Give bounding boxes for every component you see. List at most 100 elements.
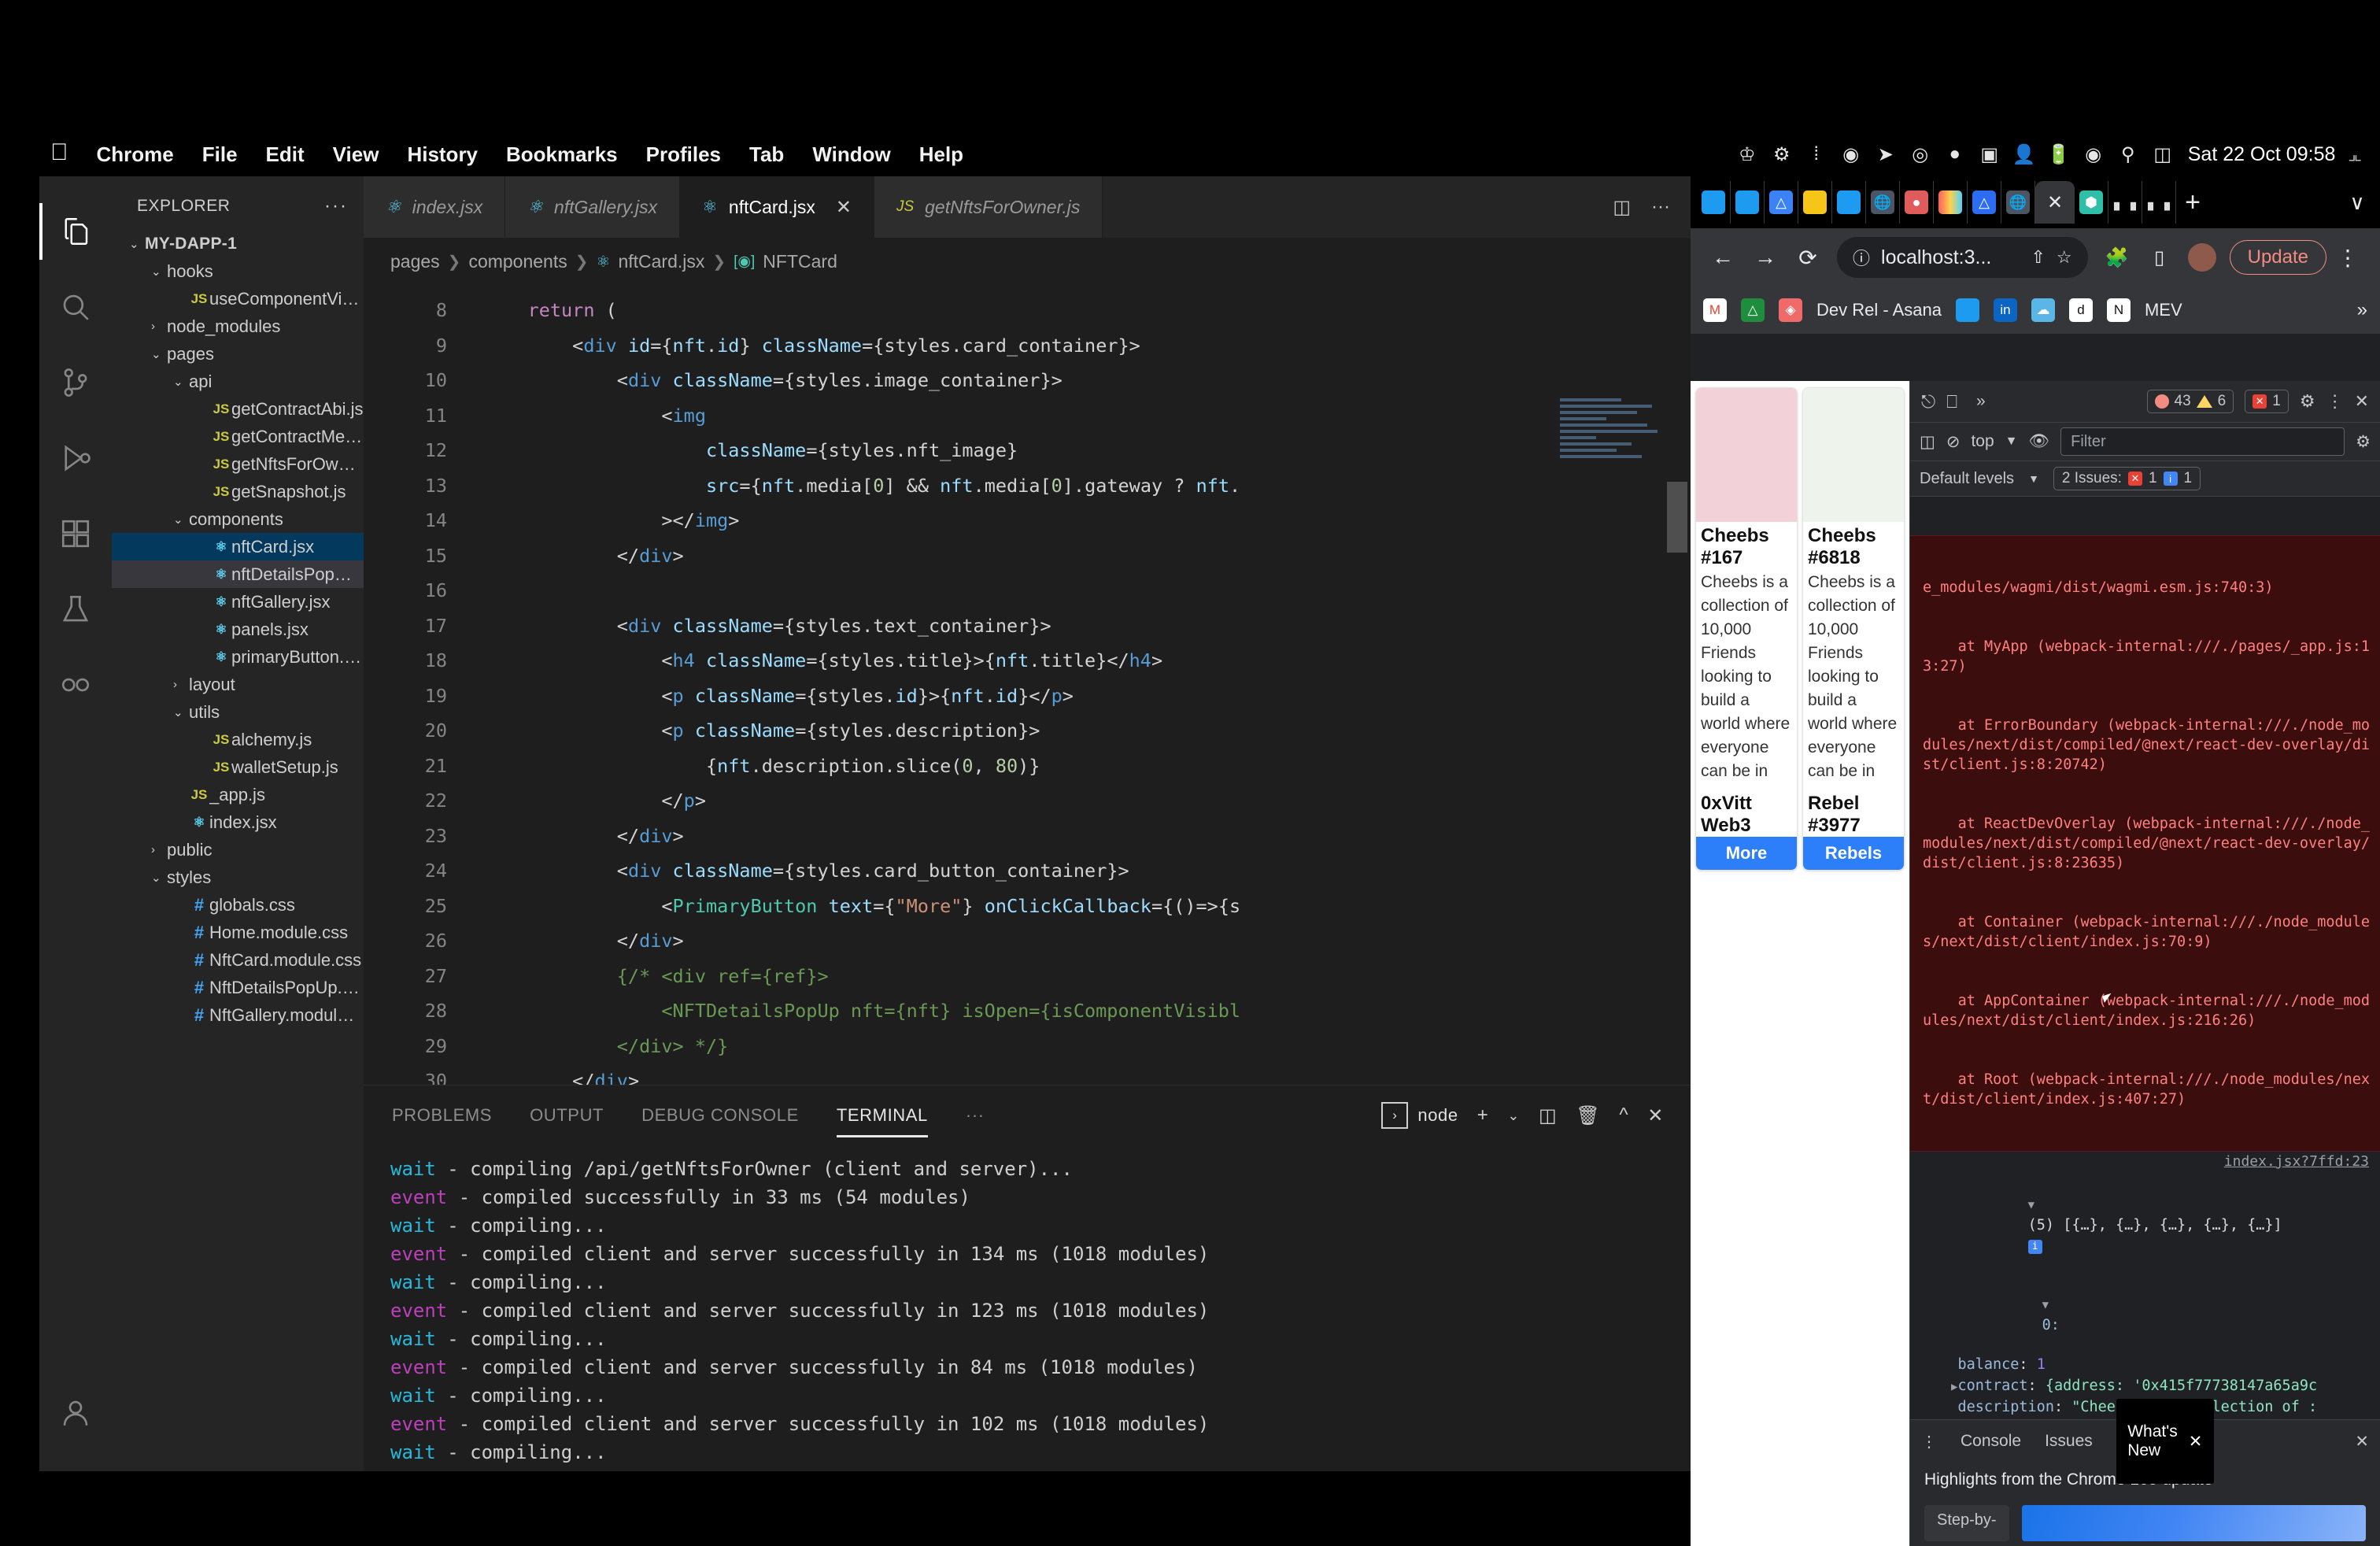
clear-console-icon[interactable]: ⊘ bbox=[1946, 432, 1961, 452]
stack-frame[interactable]: at Container (webpack-internal:///./node… bbox=[1923, 912, 2372, 952]
bookmark-dev-rel-asana[interactable]: Dev Rel - Asana bbox=[1816, 300, 1942, 320]
code-content[interactable]: return ( <div id={nft.id} className={sty… bbox=[483, 285, 1691, 1086]
nft-card[interactable]: Cheebs #6818 Cheebs is a collection of 1… bbox=[1802, 387, 1905, 871]
chrome-tab-3[interactable]: △ bbox=[1765, 181, 1798, 224]
chevron-up-icon[interactable]: ^ bbox=[1619, 1104, 1628, 1126]
terminal-shell-selector[interactable]: › node bbox=[1381, 1102, 1458, 1129]
drawer-tab-whats-new[interactable]: What's New ✕ bbox=[2116, 1399, 2214, 1484]
editor-tab-nftgallery-jsx[interactable]: ⚛ nftGallery.jsx bbox=[505, 176, 680, 238]
tree-item-alchemy-js[interactable]: JS alchemy.js bbox=[112, 726, 364, 753]
tree-item-nftcard-jsx[interactable]: ⚛ nftCard.jsx bbox=[112, 533, 364, 560]
breadcrumb-pages[interactable]: pages bbox=[390, 251, 440, 272]
code-line[interactable]: <p className={styles.id}>{nft.id}</p> bbox=[483, 679, 1691, 714]
gear-icon[interactable]: ⚙ bbox=[1765, 143, 1799, 166]
linkedin-icon[interactable]: in bbox=[1994, 298, 2017, 322]
menu-item-file[interactable]: File bbox=[188, 142, 252, 167]
chrome-tab-8[interactable] bbox=[1934, 181, 1968, 224]
activity-explorer-icon[interactable] bbox=[39, 194, 112, 269]
drawer-tab-console[interactable]: Console bbox=[1961, 1432, 2021, 1451]
recording-icon[interactable]: ● bbox=[1938, 143, 1972, 165]
console-output[interactable]: e_modules/wagmi/dist/wagmi.esm.js:740:3)… bbox=[1910, 535, 2380, 1420]
panel-tab-terminal[interactable]: TERMINAL bbox=[837, 1086, 928, 1145]
editor-tab-index-jsx[interactable]: ⚛ index.jsx bbox=[364, 176, 505, 238]
menu-bar-clock[interactable]: Sat 22 Oct 09:58 bbox=[2188, 143, 2336, 166]
back-button[interactable]: ← bbox=[1702, 236, 1744, 279]
side-panel-icon[interactable]: ▯ bbox=[2138, 236, 2181, 279]
tree-item-pages[interactable]: ⌄ pages bbox=[112, 340, 364, 368]
tree-root-folder[interactable]: ⌄ MY-DAPP-1 bbox=[112, 230, 364, 257]
close-icon[interactable]: ✕ bbox=[2189, 1432, 2203, 1452]
tree-item-getcontractmeta-[interactable]: JS getContractMeta... bbox=[112, 423, 364, 450]
wifi-icon[interactable]: ◉ bbox=[2076, 143, 2111, 166]
console-object-tree[interactable]: ▼ (5) [{…}, {…}, {…}, {…}, {…}] i ▼ 0: ▶… bbox=[1910, 1171, 2380, 1420]
editor-tab-nftcard-jsx[interactable]: ⚛ nftCard.jsx ✕ bbox=[680, 176, 874, 238]
bookmarks-overflow-icon[interactable]: » bbox=[2357, 299, 2367, 321]
tree-item-home-module-css[interactable]: # Home.module.css bbox=[112, 919, 364, 946]
activity-extensions-icon[interactable] bbox=[39, 496, 112, 571]
code-line[interactable]: className={styles.nft_image} bbox=[483, 433, 1691, 468]
tree-item-nftgallery-module-[interactable]: # NftGallery.module.... bbox=[112, 1001, 364, 1029]
chrome-tab-active[interactable]: ✕ bbox=[2035, 181, 2075, 224]
editor-scrollbar[interactable] bbox=[1667, 482, 1687, 553]
gmail-icon[interactable]: M bbox=[1703, 298, 1727, 322]
array-header[interactable]: ▼ (5) [{…}, {…}, {…}, {…}, {…}] i bbox=[1923, 1174, 2372, 1274]
code-line[interactable]: <p className={styles.description}> bbox=[483, 713, 1691, 749]
asana-icon[interactable]: ◈ bbox=[1779, 298, 1802, 322]
new-terminal-icon[interactable]: + bbox=[1477, 1104, 1489, 1126]
forward-button[interactable]: → bbox=[1744, 236, 1787, 279]
code-line[interactable]: <div id={nft.id} className={styles.card_… bbox=[483, 328, 1691, 364]
chevron-down-icon[interactable]: ⌄ bbox=[1507, 1108, 1520, 1124]
panel-tab-debug-console[interactable]: DEBUG CONSOLE bbox=[641, 1086, 799, 1145]
user-icon[interactable]: 👤 bbox=[2007, 143, 2042, 166]
battery-icon[interactable]: 🔋 bbox=[2042, 143, 2076, 166]
audio-waveform-icon[interactable]: ⁞ bbox=[1799, 143, 1834, 165]
nft-card[interactable]: Cheebs #167 Cheebs is a collection of 10… bbox=[1695, 387, 1798, 871]
tree-item-layout[interactable]: › layout bbox=[112, 671, 364, 698]
chevron-down-icon[interactable]: ▼ bbox=[2028, 1199, 2034, 1211]
timer-icon[interactable]: ◎ bbox=[1903, 143, 1938, 166]
address-bar[interactable]: ⓘ localhost:3... ⇧ ☆ bbox=[1837, 237, 2088, 278]
code-line[interactable]: </div> bbox=[483, 1063, 1691, 1086]
search-icon[interactable]: ⚲ bbox=[2111, 143, 2145, 166]
puzzle-icon[interactable]: 🧩 bbox=[2096, 236, 2138, 279]
code-line[interactable]: </div> */} bbox=[483, 1029, 1691, 1064]
stack-frame[interactable]: at Root (webpack-internal:///./node_modu… bbox=[1923, 1070, 2372, 1109]
notes-icon[interactable]: ▣ bbox=[1972, 143, 2007, 166]
dune-icon[interactable]: d bbox=[2069, 298, 2093, 322]
tree-item--app-js[interactable]: JS _app.js bbox=[112, 781, 364, 808]
menu-item-edit[interactable]: Edit bbox=[252, 142, 319, 167]
code-line[interactable]: <div className={styles.text_container}> bbox=[483, 608, 1691, 644]
reload-button[interactable]: ⟳ bbox=[1787, 236, 1829, 279]
share-icon[interactable]: ⇧ bbox=[2031, 247, 2045, 268]
console-filter-input[interactable]: Filter bbox=[2060, 427, 2345, 456]
activity-search-icon[interactable] bbox=[39, 269, 112, 345]
code-line[interactable]: {/* <div ref={ref}> bbox=[483, 959, 1691, 994]
chrome-tab-9[interactable]: △ bbox=[1968, 181, 2001, 224]
chevron-down-icon[interactable]: ▼ bbox=[2042, 1299, 2049, 1311]
split-editor-icon[interactable]: ◫ bbox=[1613, 196, 1631, 219]
console-sidebar-icon[interactable]: ◫ bbox=[1920, 432, 1935, 452]
close-icon[interactable]: ✕ bbox=[836, 196, 852, 219]
activity-source-control-icon[interactable] bbox=[39, 345, 112, 420]
code-line[interactable]: return ( bbox=[483, 293, 1691, 328]
drawer-close-icon[interactable]: ✕ bbox=[2355, 1432, 2369, 1452]
code-line[interactable]: </div> bbox=[483, 819, 1691, 854]
gear-icon[interactable]: ⚙ bbox=[2356, 432, 2371, 452]
code-line[interactable]: {nft.description.slice(0, 80)} bbox=[483, 749, 1691, 784]
star-icon[interactable]: ☆ bbox=[2057, 247, 2072, 268]
editor-more-actions-icon[interactable]: ··· bbox=[1651, 196, 1670, 218]
cloud-icon[interactable]: ☁ bbox=[2031, 298, 2055, 322]
code-line[interactable]: <div className={styles.card_button_conta… bbox=[483, 853, 1691, 889]
drawer-tab-issues[interactable]: Issues bbox=[2045, 1432, 2093, 1451]
chrome-tab-13[interactable]: ▖▗ bbox=[2142, 181, 2176, 224]
array-index-0[interactable]: ▼ 0: bbox=[1923, 1274, 2372, 1355]
tree-item-walletsetup-js[interactable]: JS walletSetup.js bbox=[112, 753, 364, 781]
tree-item-getcontractabi-js[interactable]: JS getContractAbi.js bbox=[112, 395, 364, 423]
activity-remote-icon[interactable] bbox=[39, 647, 112, 723]
slack-icon[interactable]: ◉ bbox=[1834, 143, 1868, 166]
menu-item-view[interactable]: View bbox=[319, 142, 394, 167]
tree-item-node-modules[interactable]: › node_modules bbox=[112, 313, 364, 340]
tree-item-nftgallery-jsx[interactable]: ⚛ nftGallery.jsx bbox=[112, 588, 364, 616]
whats-new-thumbnail[interactable] bbox=[2022, 1505, 2366, 1541]
object-property[interactable]: ▶contract: {address: '0x415f77738147a65a… bbox=[1923, 1376, 2372, 1397]
